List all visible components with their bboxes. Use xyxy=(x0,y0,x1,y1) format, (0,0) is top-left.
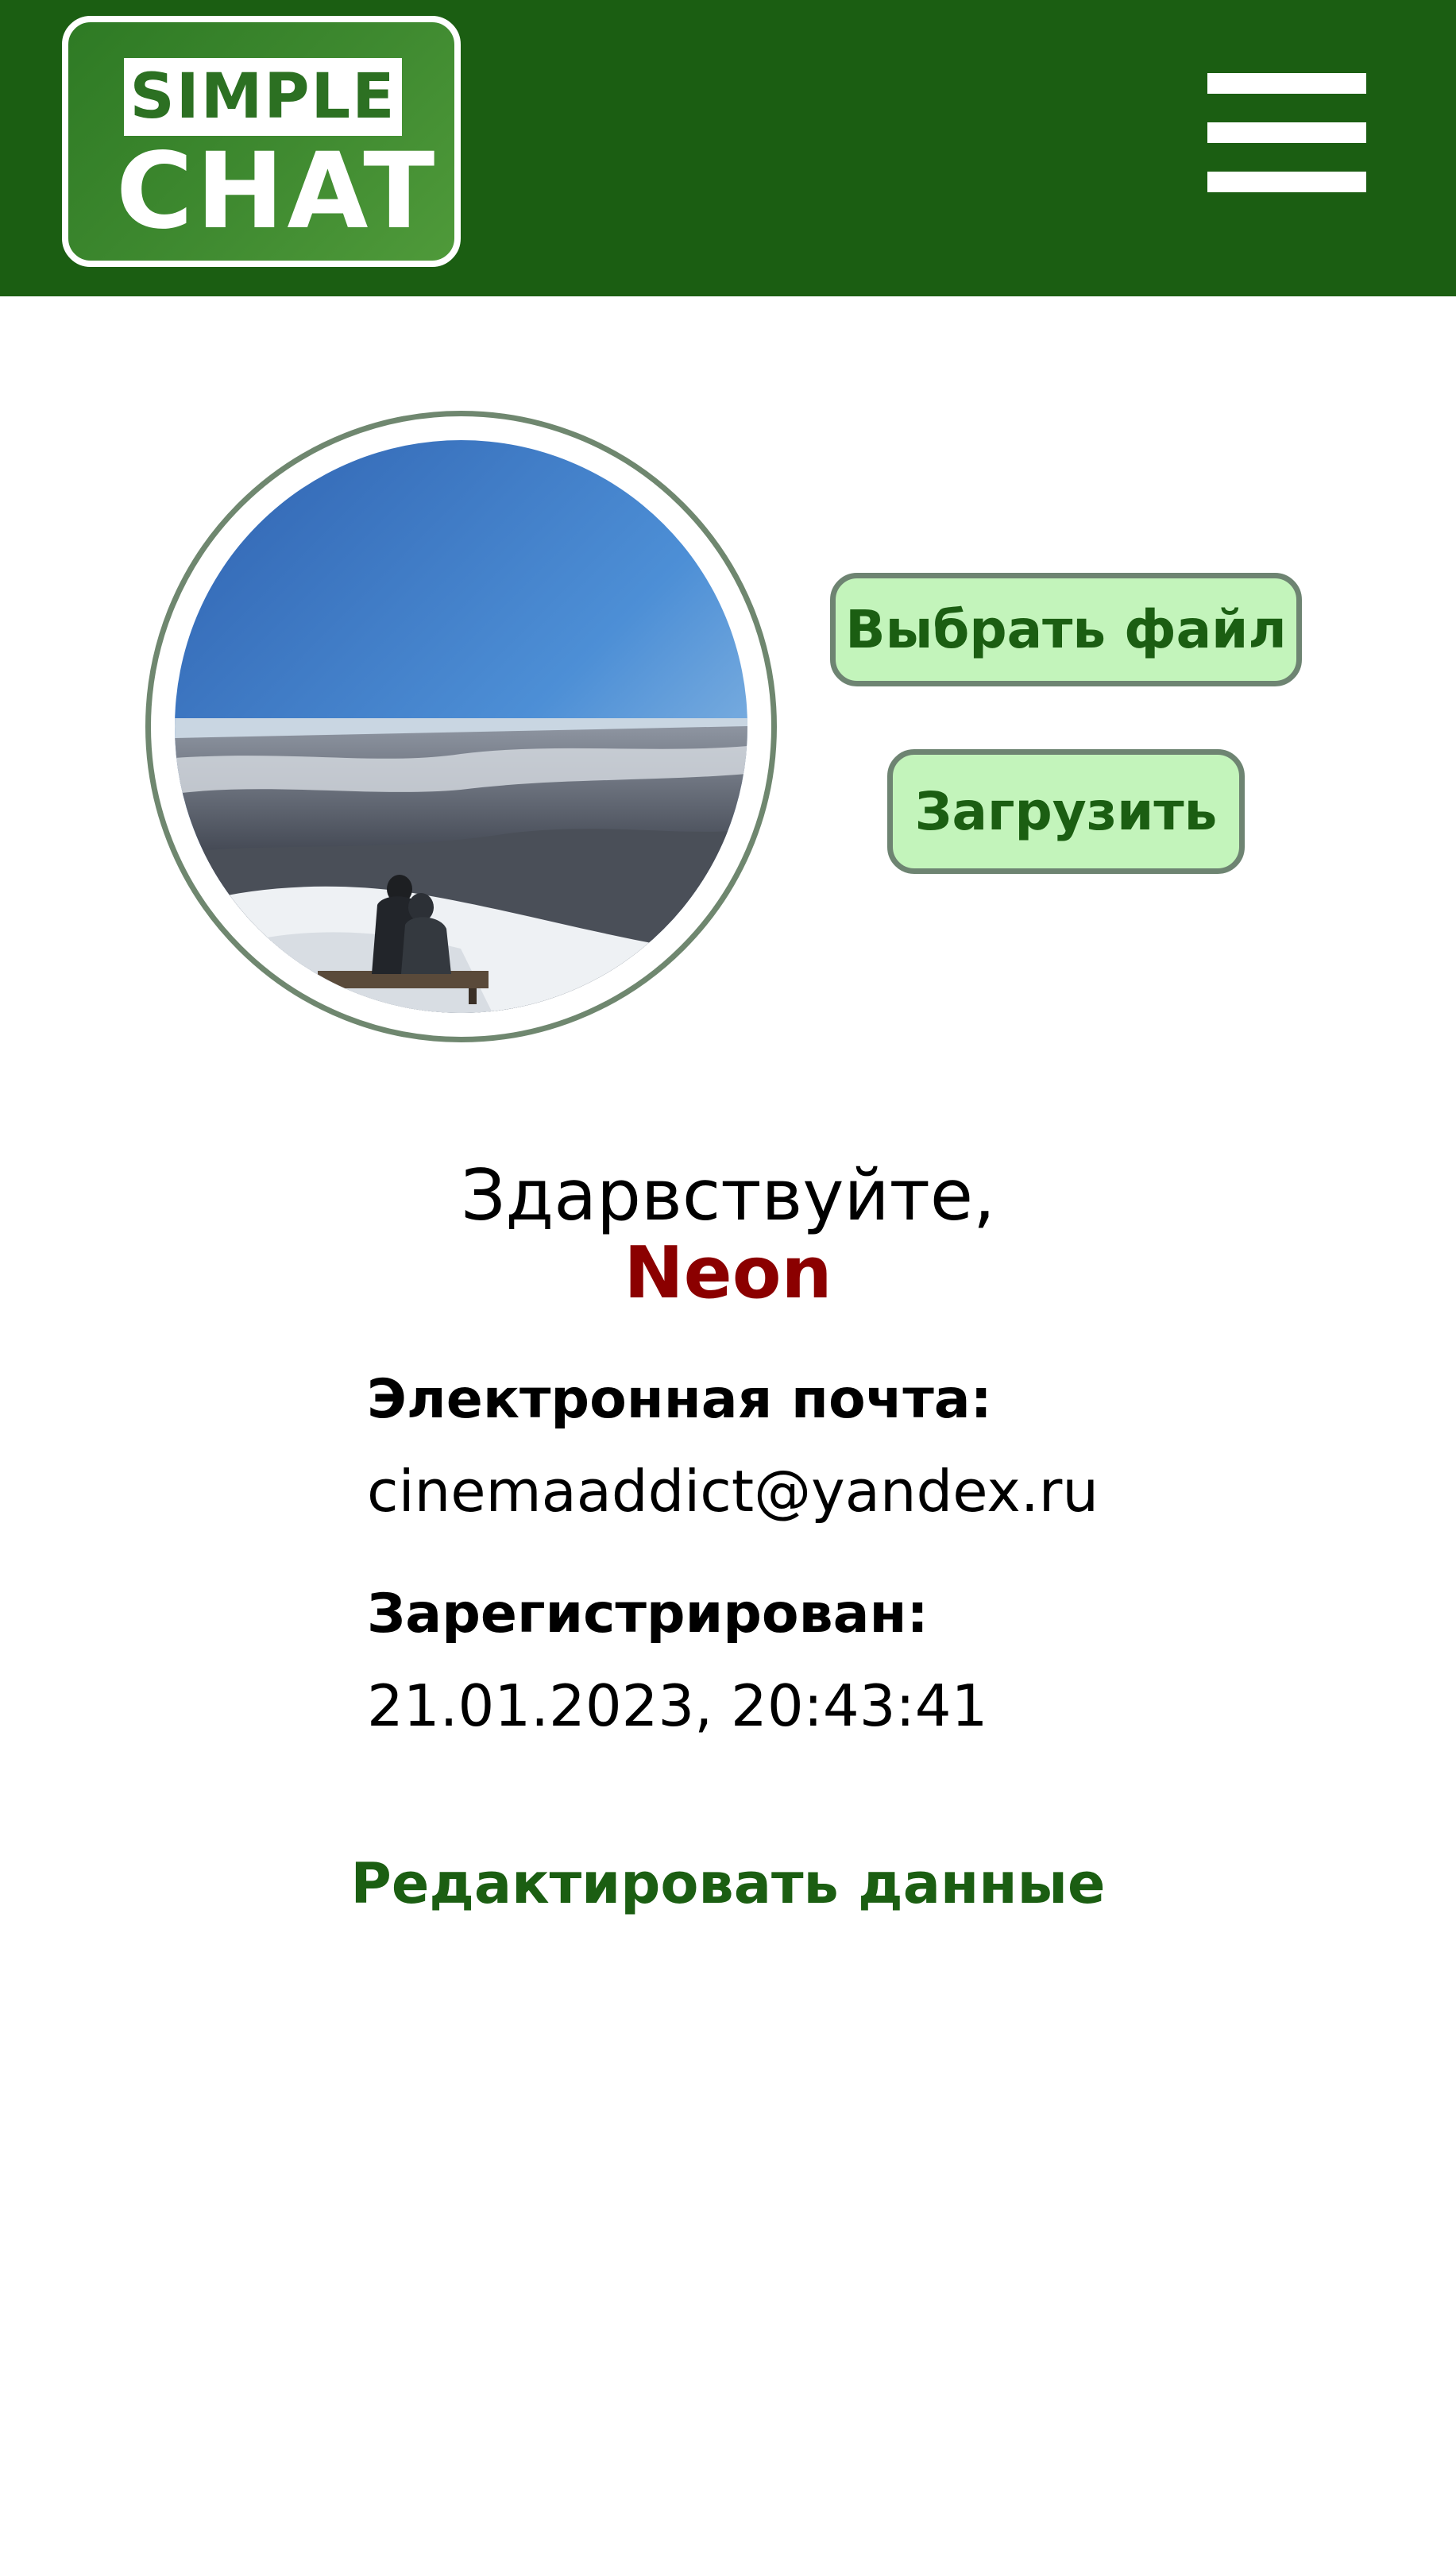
upload-button[interactable]: Загрузить xyxy=(887,749,1245,874)
email-label: Электронная почта: xyxy=(367,1368,992,1431)
avatar xyxy=(175,440,747,1013)
simple-chat-logo[interactable]: SIMPLE CHAT xyxy=(62,16,461,267)
avatar-photo xyxy=(175,440,747,1013)
app-header: SIMPLE CHAT xyxy=(0,0,1456,296)
registered-label: Зарегистрирован: xyxy=(367,1583,929,1645)
edit-profile-link[interactable]: Редактировать данные xyxy=(0,1851,1456,1916)
logo-text-simple: SIMPLE xyxy=(124,58,402,136)
email-value: cinemaaddict@yandex.ru xyxy=(367,1458,1099,1525)
menu-bar-bottom xyxy=(1207,172,1366,192)
registered-value: 21.01.2023, 20:43:41 xyxy=(367,1672,988,1739)
menu-bar-top xyxy=(1207,73,1366,94)
logo-text-chat: CHAT xyxy=(116,130,438,253)
choose-file-button[interactable]: Выбрать файл xyxy=(830,573,1302,686)
hamburger-menu-icon[interactable] xyxy=(1207,73,1366,192)
avatar-frame xyxy=(145,411,777,1042)
greeting-text: Здарвствуйте, xyxy=(460,1154,996,1236)
username: Neon xyxy=(624,1231,832,1315)
menu-bar-middle xyxy=(1207,122,1366,143)
